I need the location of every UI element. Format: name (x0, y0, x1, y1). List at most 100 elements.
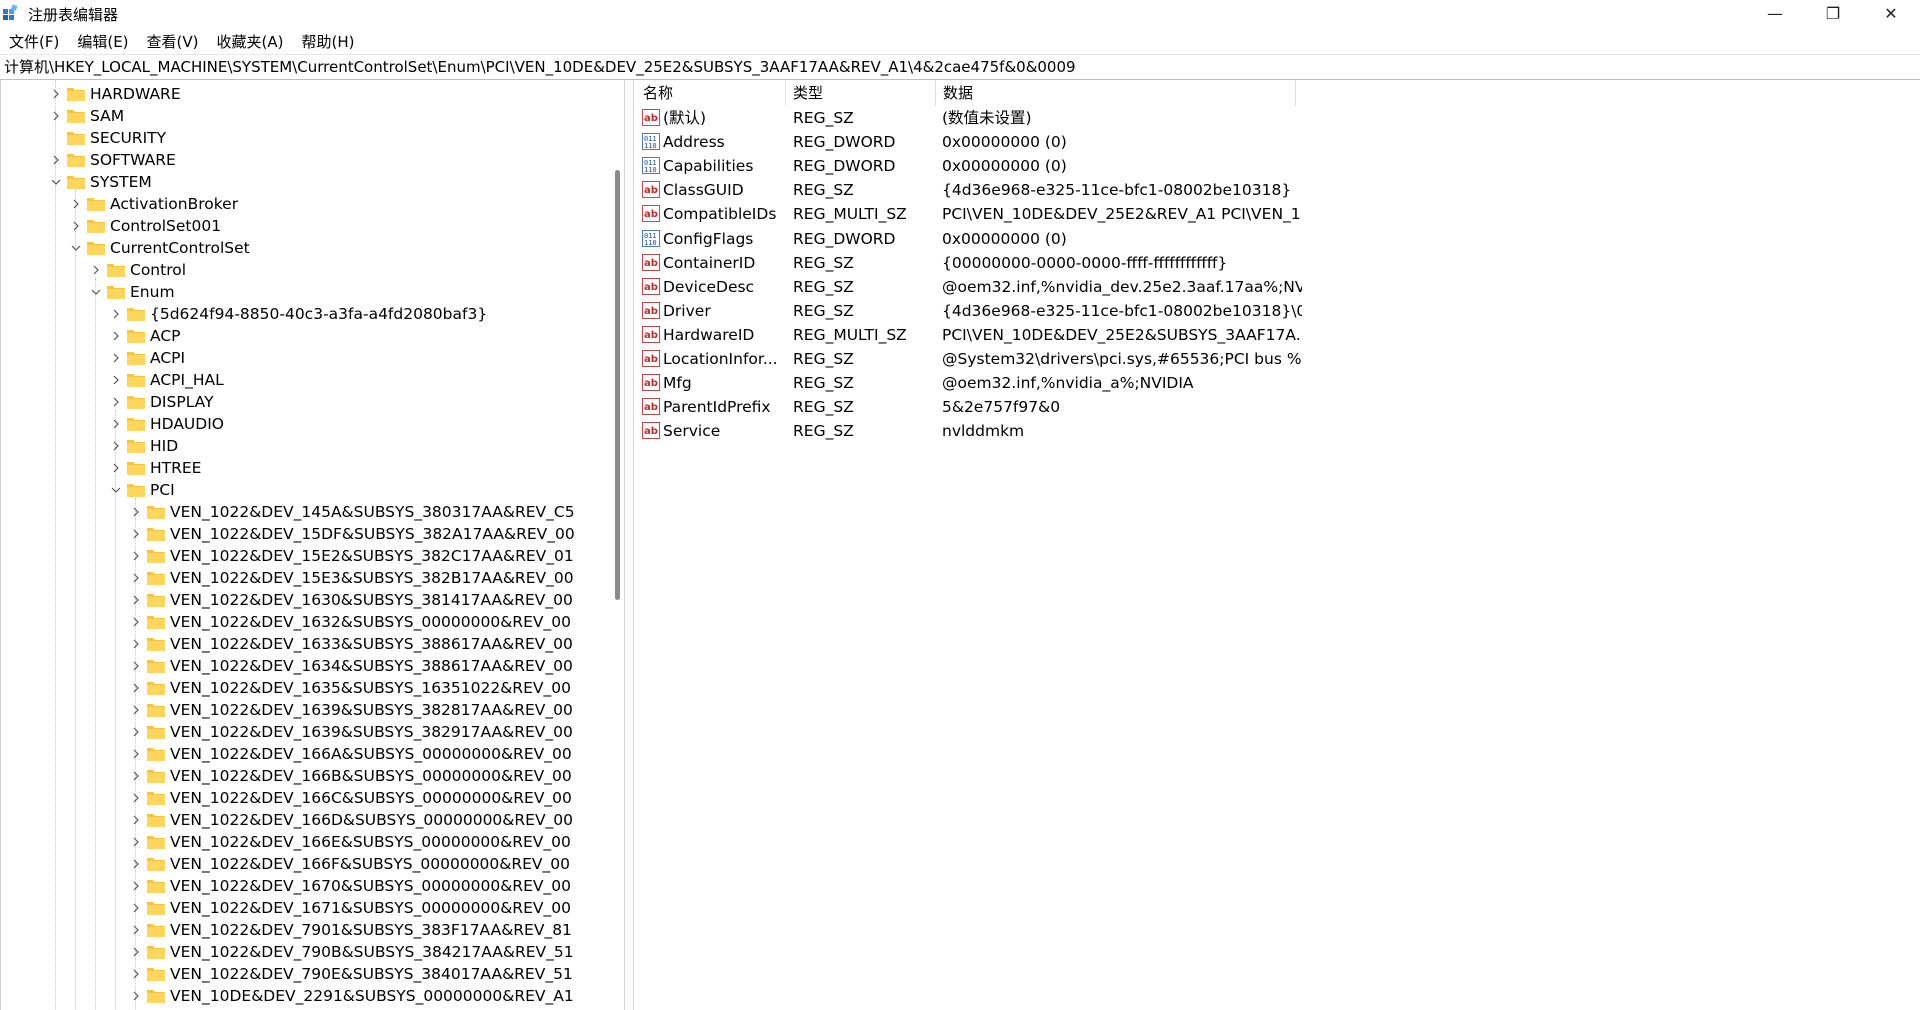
chevron-right-icon[interactable] (128, 589, 144, 611)
tree-node[interactable]: Enum (88, 281, 175, 303)
chevron-right-icon[interactable] (128, 941, 144, 963)
minimize-button[interactable]: — (1746, 0, 1804, 26)
value-row[interactable]: ab Driver REG_SZ {4d36e968-e325-11ce-bfc1-0… (636, 299, 1920, 323)
tree-node[interactable]: VEN_1022&DEV_15E2&SUBSYS_382C17AA&REV_01 (128, 545, 574, 567)
chevron-right-icon[interactable] (128, 501, 144, 523)
chevron-down-icon[interactable] (48, 171, 64, 193)
tree-node[interactable]: VEN_1022&DEV_166D&SUBSYS_00000000&REV_00 (128, 809, 573, 831)
tree-node[interactable]: VEN_1022&DEV_1671&SUBSYS_00000000&REV_00 (128, 897, 571, 919)
value-row[interactable]: 011 110 Address REG_DWORD 0x00000000 (0) (636, 130, 1920, 154)
maximize-button[interactable]: ❐ (1804, 0, 1862, 26)
value-row[interactable]: ab Mfg REG_SZ @oem32.inf,%nvidia_a%;NVIDIA (636, 371, 1920, 395)
menu-view[interactable]: 查看(V) (138, 31, 208, 52)
tree-node[interactable]: CurrentControlSet (68, 237, 250, 259)
key-tree-pane[interactable]: HARDWARE SAM SECURITY SOFTWARE SYSTEM Activat… (0, 80, 633, 1010)
tree-node[interactable]: VEN_1022&DEV_166B&SUBSYS_00000000&REV_00 (128, 765, 572, 787)
tree-node[interactable]: VEN_1022&DEV_1630&SUBSYS_381417AA&REV_00 (128, 589, 573, 611)
chevron-right-icon[interactable] (108, 369, 124, 391)
chevron-right-icon[interactable] (128, 765, 144, 787)
tree-node[interactable]: VEN_1022&DEV_15E3&SUBSYS_382B17AA&REV_00 (128, 567, 574, 589)
chevron-right-icon[interactable] (128, 523, 144, 545)
tree-node[interactable]: VEN_1022&DEV_166A&SUBSYS_00000000&REV_00 (128, 743, 572, 765)
tree-node[interactable]: VEN_1022&DEV_7901&SUBSYS_383F17AA&REV_81 (128, 919, 572, 941)
tree-node[interactable]: ACPI_HAL (108, 369, 224, 391)
tree-node[interactable]: HID (108, 435, 178, 457)
tree-node[interactable]: VEN_1022&DEV_790B&SUBSYS_384217AA&REV_51 (128, 941, 574, 963)
tree-node[interactable]: HTREE (108, 457, 201, 479)
tree-node[interactable]: {5d624f94-8850-40c3-a3fa-a4fd2080baf3} (108, 303, 487, 325)
chevron-right-icon[interactable] (128, 743, 144, 765)
chevron-down-icon[interactable] (88, 281, 104, 303)
chevron-right-icon[interactable] (68, 193, 84, 215)
chevron-right-icon[interactable] (48, 149, 64, 171)
value-row[interactable]: ab ClassGUID REG_SZ {4d36e968-e325-11ce-bfc… (636, 178, 1920, 202)
value-row[interactable]: 011 110 ConfigFlags REG_DWORD 0x00000000 (0) (636, 227, 1920, 251)
chevron-right-icon[interactable] (128, 985, 144, 1007)
chevron-right-icon[interactable] (48, 105, 64, 127)
values-list-pane[interactable]: 名称 类型 数据 ab (默认) REG_SZ (数值未设置) 011 110 Addres… (636, 80, 1920, 1010)
tree-node[interactable]: Control (88, 259, 186, 281)
address-bar[interactable]: 计算机\HKEY_LOCAL_MACHINE\SYSTEM\CurrentCon… (0, 54, 1920, 80)
tree-node[interactable]: VEN_1022&DEV_1639&SUBSYS_382817AA&REV_00 (128, 699, 573, 721)
column-header-data[interactable]: 数据 (936, 80, 1296, 106)
tree-node[interactable]: VEN_1022&DEV_145A&SUBSYS_380317AA&REV_C5 (128, 501, 575, 523)
chevron-right-icon[interactable] (128, 875, 144, 897)
menu-help[interactable]: 帮助(H) (292, 31, 363, 52)
chevron-right-icon[interactable] (128, 809, 144, 831)
value-row[interactable]: ab LocationInfor... REG_SZ @System32\driver… (636, 347, 1920, 371)
tree-node[interactable]: VEN_1022&DEV_1639&SUBSYS_382917AA&REV_00 (128, 721, 573, 743)
tree-node[interactable]: VEN_10DE&DEV_2291&SUBSYS_00000000&REV_A1 (128, 985, 574, 1007)
tree-node[interactable]: DISPLAY (108, 391, 214, 413)
tree-node[interactable]: SECURITY (48, 127, 166, 149)
tree-node[interactable]: ActivationBroker (68, 193, 238, 215)
tree-node[interactable]: ControlSet001 (68, 215, 221, 237)
tree-node[interactable]: VEN_1022&DEV_1635&SUBSYS_16351022&REV_00 (128, 677, 571, 699)
chevron-right-icon[interactable] (48, 83, 64, 105)
tree-node[interactable]: VEN_1022&DEV_1633&SUBSYS_388617AA&REV_00 (128, 633, 573, 655)
value-row[interactable]: ab ContainerID REG_SZ {00000000-0000-0000-f… (636, 251, 1920, 275)
tree-node[interactable]: HDAUDIO (108, 413, 224, 435)
chevron-right-icon[interactable] (128, 567, 144, 589)
tree-scrollbar[interactable] (612, 80, 624, 1010)
chevron-right-icon[interactable] (88, 259, 104, 281)
value-row[interactable]: ab (默认) REG_SZ (数值未设置) (636, 106, 1920, 130)
chevron-right-icon[interactable] (108, 303, 124, 325)
tree-node[interactable]: ACP (108, 325, 181, 347)
menu-file[interactable]: 文件(F) (0, 31, 68, 52)
tree-node[interactable]: VEN_1022&DEV_166F&SUBSYS_00000000&REV_00 (128, 853, 570, 875)
pane-splitter[interactable] (624, 80, 634, 1010)
chevron-right-icon[interactable] (108, 325, 124, 347)
chevron-right-icon[interactable] (108, 435, 124, 457)
chevron-down-icon[interactable] (108, 479, 124, 501)
value-row[interactable]: ab CompatibleIDs REG_MULTI_SZ PCI\VEN_10DE&… (636, 202, 1920, 226)
tree-node[interactable]: HARDWARE (48, 83, 181, 105)
chevron-right-icon[interactable] (68, 215, 84, 237)
tree-node[interactable]: VEN_1022&DEV_166C&SUBSYS_00000000&REV_00 (128, 787, 572, 809)
tree-node[interactable]: VEN_1022&DEV_166E&SUBSYS_00000000&REV_00 (128, 831, 571, 853)
tree-node[interactable]: SAM (48, 105, 124, 127)
tree-node[interactable]: PCI (108, 479, 175, 501)
chevron-right-icon[interactable] (108, 413, 124, 435)
value-row[interactable]: ab Service REG_SZ nvlddmkm (636, 419, 1920, 443)
chevron-right-icon[interactable] (128, 787, 144, 809)
chevron-right-icon[interactable] (128, 831, 144, 853)
chevron-right-icon[interactable] (128, 963, 144, 985)
chevron-down-icon[interactable] (68, 237, 84, 259)
tree-node[interactable]: VEN_1022&DEV_1632&SUBSYS_00000000&REV_00 (128, 611, 571, 633)
chevron-right-icon[interactable] (108, 391, 124, 413)
chevron-right-icon[interactable] (128, 853, 144, 875)
tree-node[interactable]: SYSTEM (48, 171, 152, 193)
column-header-type[interactable]: 类型 (786, 80, 936, 106)
close-button[interactable]: ✕ (1862, 0, 1920, 26)
value-row[interactable]: ab HardwareID REG_MULTI_SZ PCI\VEN_10DE&DEV… (636, 323, 1920, 347)
chevron-right-icon[interactable] (128, 919, 144, 941)
menu-edit[interactable]: 编辑(E) (68, 31, 137, 52)
tree-scrollbar-thumb[interactable] (615, 170, 620, 600)
chevron-right-icon[interactable] (128, 611, 144, 633)
chevron-right-icon[interactable] (108, 347, 124, 369)
tree-node[interactable]: ACPI (108, 347, 185, 369)
value-row[interactable]: 011 110 Capabilities REG_DWORD 0x00000000 (0… (636, 154, 1920, 178)
chevron-right-icon[interactable] (128, 655, 144, 677)
value-row[interactable]: ab DeviceDesc REG_SZ @oem32.inf,%nvidia_dev… (636, 275, 1920, 299)
chevron-right-icon[interactable] (128, 677, 144, 699)
